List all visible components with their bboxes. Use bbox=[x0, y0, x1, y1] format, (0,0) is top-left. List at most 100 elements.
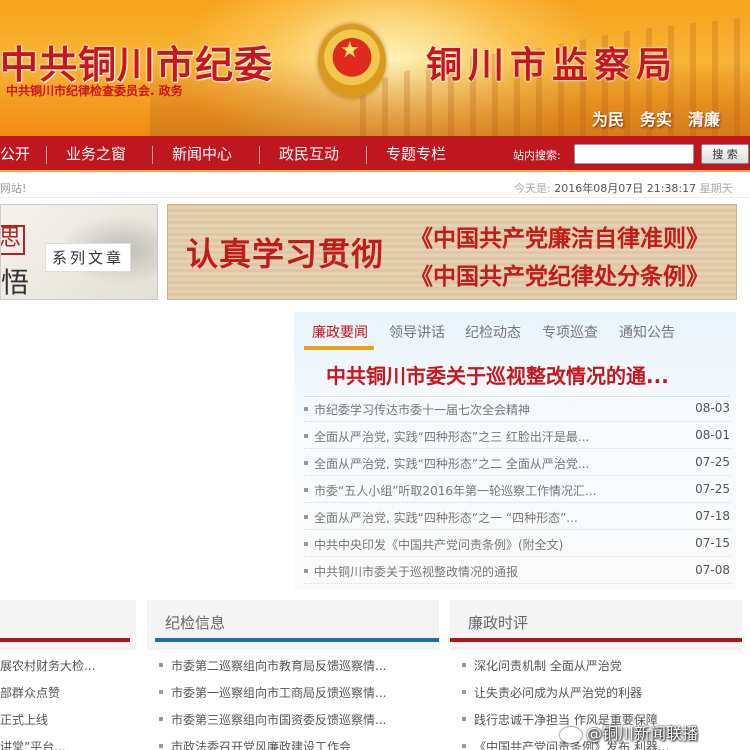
date-display: 今天是: 2016年08月07日 21:38:17 星期天 bbox=[514, 180, 733, 196]
promo-line-1: 《中国共产党廉洁自律准则》 bbox=[410, 225, 709, 252]
news-date: 07-25 bbox=[695, 455, 730, 469]
news-row[interactable]: 市纪委学习传达市委十一届七次全会精神 08-03 bbox=[304, 396, 732, 422]
news-row[interactable]: 中共中央印发《中国共产党问责条例》(附全文) 07-15 bbox=[304, 531, 732, 557]
column-accent-bar bbox=[155, 638, 439, 642]
news-row[interactable]: 市委“五人小组”听取2016年第一轮巡察工作情况汇... 07-25 bbox=[304, 477, 732, 503]
list-item-title: 部群众点赞 bbox=[0, 686, 61, 700]
promo-character: 悟 bbox=[1, 266, 30, 299]
bullet-icon bbox=[304, 569, 308, 573]
news-title: 全面从严治党, 实践“四种形态”之三 红脸出汗是最... bbox=[314, 430, 590, 444]
nav-item-interaction[interactable]: 政民互动 bbox=[279, 144, 339, 164]
news-row[interactable]: 中共铜川市委关于巡视整改情况的通报 07-08 bbox=[304, 558, 732, 584]
news-date: 07-18 bbox=[695, 509, 730, 523]
tab-notices[interactable]: 通知公告 bbox=[619, 322, 675, 342]
tab-clean-gov-news[interactable]: 廉政要闻 bbox=[312, 322, 368, 342]
watermark-text: @铜川新闻联播 bbox=[586, 724, 699, 743]
column-list: 展农村财务大检... 部群众点赞 正式上线 讲堂”平台... bbox=[0, 650, 136, 750]
list-item-title: 深化问责机制 全面从严治党 bbox=[474, 659, 622, 673]
news-row[interactable]: 全面从严治党, 实践“四种形态”之二 全面从严治党... 07-25 bbox=[304, 450, 732, 476]
bullet-icon bbox=[304, 407, 308, 411]
bullet-icon bbox=[304, 515, 308, 519]
list-item-title: 市委第一巡察组向市工商局反馈巡察情... bbox=[171, 686, 387, 700]
column-accent-bar bbox=[0, 638, 130, 642]
nav-item-public[interactable]: 公开 bbox=[0, 144, 30, 164]
list-item[interactable]: 部群众点赞 bbox=[0, 679, 136, 706]
promo-study-rules[interactable]: 认真学习贯彻 《中国共产党廉洁自律准则》 《中国共产党纪律处分条例》 bbox=[167, 204, 737, 300]
column-left: 展农村财务大检... 部群众点赞 正式上线 讲堂”平台... bbox=[0, 600, 136, 750]
tab-inspection-updates[interactable]: 纪检动态 bbox=[465, 322, 521, 342]
news-row[interactable]: 全面从严治党, 实践“四种形态”之三 红脸出汗是最... 08-01 bbox=[304, 423, 732, 449]
weekday-value: 星期天 bbox=[699, 182, 733, 195]
site-title-left: 中共铜川市纪委 bbox=[0, 42, 274, 87]
weibo-logo-icon bbox=[560, 726, 582, 743]
column-accent-bar bbox=[450, 638, 742, 642]
list-item[interactable]: 市委第三巡察组向市国资委反馈巡察情... bbox=[147, 706, 439, 733]
bullet-icon bbox=[159, 717, 163, 721]
news-title: 市委“五人小组”听取2016年第一轮巡察工作情况汇... bbox=[314, 484, 597, 498]
news-title: 全面从严治党, 实践“四种形态”之一 “四种形态”... bbox=[314, 511, 578, 525]
slogan: 为民 bbox=[592, 110, 625, 129]
nav-separator bbox=[46, 146, 47, 164]
tab-special-inspection[interactable]: 专项巡查 bbox=[542, 322, 598, 342]
news-title: 全面从严治党, 实践“四种形态”之二 全面从严治党... bbox=[314, 457, 590, 471]
list-item[interactable]: 讲堂”平台... bbox=[0, 733, 136, 750]
news-date: 08-01 bbox=[695, 428, 730, 442]
promo-label: 系列文章 bbox=[45, 243, 132, 272]
tab-leader-speeches[interactable]: 领导讲话 bbox=[389, 322, 445, 342]
national-emblem-icon: ★ bbox=[318, 24, 386, 98]
news-date: 07-08 bbox=[695, 563, 730, 577]
list-item[interactable]: 深化问责机制 全面从严治党 bbox=[450, 652, 742, 679]
promo-series-articles[interactable]: 思 悟 系列文章 bbox=[0, 204, 158, 300]
list-item[interactable]: 市委第一巡察组向市工商局反馈巡察情... bbox=[147, 679, 439, 706]
info-bar: 网站! 今天是: 2016年08月07日 21:38:17 星期天 bbox=[0, 174, 750, 198]
list-item-title: 让失责必问成为从严治党的利器 bbox=[474, 686, 643, 700]
promo-line-2: 《中国共产党纪律处分条例》 bbox=[410, 263, 709, 290]
news-row[interactable]: 全面从严治党, 实践“四种形态”之一 “四种形态”... 07-18 bbox=[304, 504, 732, 530]
news-headline[interactable]: 中共铜川市委关于巡视整改情况的通... bbox=[326, 360, 669, 389]
search-input[interactable] bbox=[574, 144, 694, 164]
column-title[interactable]: 廉政时评 bbox=[468, 612, 528, 633]
nav-separator bbox=[152, 146, 153, 164]
header-banner: 中共铜川市纪委 中共铜川市纪律检查委员会. 政务 ★ 铜川市监察局 为民 务实 … bbox=[0, 0, 750, 136]
list-item[interactable]: 正式上线 bbox=[0, 706, 136, 733]
bullet-icon bbox=[304, 461, 308, 465]
news-panel: 廉政要闻 领导讲话 纪检动态 专项巡查 通知公告 中共铜川市委关于巡视整改情况的… bbox=[294, 312, 736, 590]
news-title: 中共中央印发《中国共产党问责条例》(附全文) bbox=[314, 538, 564, 552]
seal-stamp: 思 bbox=[1, 225, 25, 255]
bullet-icon bbox=[462, 717, 466, 721]
site-title-right: 铜川市监察局 bbox=[426, 44, 679, 86]
watermark: @铜川新闻联播 bbox=[560, 720, 698, 744]
bullet-icon bbox=[159, 744, 163, 748]
bullet-icon bbox=[159, 663, 163, 667]
news-tabs: 廉政要闻 领导讲话 纪检动态 专项巡查 通知公告 bbox=[294, 312, 736, 350]
bullet-icon bbox=[462, 744, 466, 748]
bullet-icon bbox=[159, 690, 163, 694]
list-item-title: 市政法委召开党风廉政建设工作会 bbox=[171, 740, 352, 750]
nav-item-topics[interactable]: 专题专栏 bbox=[386, 144, 446, 164]
bullet-icon bbox=[462, 663, 466, 667]
bullet-icon bbox=[304, 488, 308, 492]
nav-item-news[interactable]: 新闻中心 bbox=[172, 144, 232, 164]
slogans: 为民 务实 清廉 bbox=[592, 106, 720, 130]
slogan: 清廉 bbox=[688, 110, 721, 129]
nav-separator bbox=[259, 146, 260, 164]
news-title: 中共铜川市委关于巡视整改情况的通报 bbox=[314, 565, 519, 579]
list-item[interactable]: 让失责必问成为从严治党的利器 bbox=[450, 679, 742, 706]
date-value: 2016年08月07日 bbox=[554, 182, 644, 195]
search-button[interactable]: 搜 索 bbox=[701, 144, 749, 164]
list-item-title: 展农村财务大检... bbox=[0, 659, 96, 673]
time-value: 21:38:17 bbox=[646, 182, 697, 195]
list-item[interactable]: 展农村财务大检... bbox=[0, 652, 136, 679]
bullet-icon bbox=[304, 542, 308, 546]
active-tab-indicator bbox=[304, 346, 374, 350]
column-title[interactable]: 纪检信息 bbox=[165, 612, 225, 633]
main-nav: 公开 业务之窗 新闻中心 政民互动 专题专栏 站内搜索: 搜 索 bbox=[0, 136, 750, 172]
news-date: 08-03 bbox=[695, 401, 730, 415]
list-item[interactable]: 市委第二巡察组向市教育局反馈巡察情... bbox=[147, 652, 439, 679]
promo-main-text: 认真学习贯彻 bbox=[186, 235, 385, 273]
column-inspection-info: 纪检信息 市委第二巡察组向市教育局反馈巡察情... 市委第一巡察组向市工商局反馈… bbox=[147, 600, 439, 750]
nav-item-business[interactable]: 业务之窗 bbox=[66, 144, 126, 164]
bullet-icon bbox=[304, 434, 308, 438]
list-item[interactable]: 市政法委召开党风廉政建设工作会 bbox=[147, 733, 439, 750]
news-title: 市纪委学习传达市委十一届七次全会精神 bbox=[314, 403, 531, 417]
